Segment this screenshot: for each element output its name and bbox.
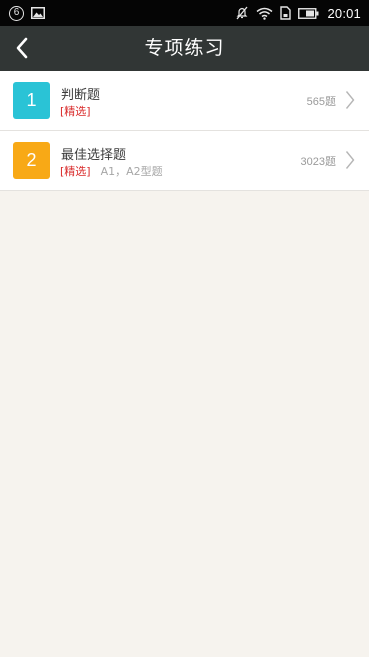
item-number-badge: 1 (13, 82, 50, 119)
item-title: 判断题 (61, 88, 101, 103)
item-subtitle: [精选] (60, 103, 91, 119)
sim-card-icon (280, 6, 292, 20)
chevron-right-icon (345, 151, 355, 169)
chevron-right-icon (345, 91, 355, 109)
gallery-icon (31, 7, 45, 19)
page-title: 专项练习 (144, 37, 225, 59)
status-left: 6 (9, 5, 45, 21)
clock: 20:01 (327, 5, 361, 21)
list-item-best-choice[interactable]: 2 最佳选择题 [精选] A1，A2型题 3023题 (0, 131, 369, 191)
question-count: 3023题 (300, 156, 336, 168)
back-button[interactable] (6, 32, 38, 64)
item-subtitle: [精选] A1，A2型题 (60, 163, 163, 179)
wifi-icon (256, 7, 273, 20)
mute-icon (235, 6, 249, 20)
status-right: 20:01 (228, 6, 361, 21)
practice-list: 1 判断题 [精选] 565题 2 最佳选择题 [精选] A1，A2型题 302… (0, 71, 369, 191)
question-count: 565题 (306, 96, 336, 108)
item-number-badge: 2 (13, 142, 50, 179)
title-bar: 专项练习 (0, 26, 369, 71)
item-description: A1，A2型题 (100, 165, 163, 178)
chevron-left-icon (16, 37, 28, 59)
battery-icon (298, 7, 319, 19)
featured-tag: [精选] (60, 105, 91, 118)
list-item-true-false[interactable]: 1 判断题 [精选] 565题 (0, 71, 369, 131)
status-bar: 6 20:01 (0, 0, 369, 26)
item-title: 最佳选择题 (61, 148, 127, 163)
featured-tag: [精选] (60, 165, 91, 178)
notification-badge-icon: 6 (9, 5, 24, 21)
